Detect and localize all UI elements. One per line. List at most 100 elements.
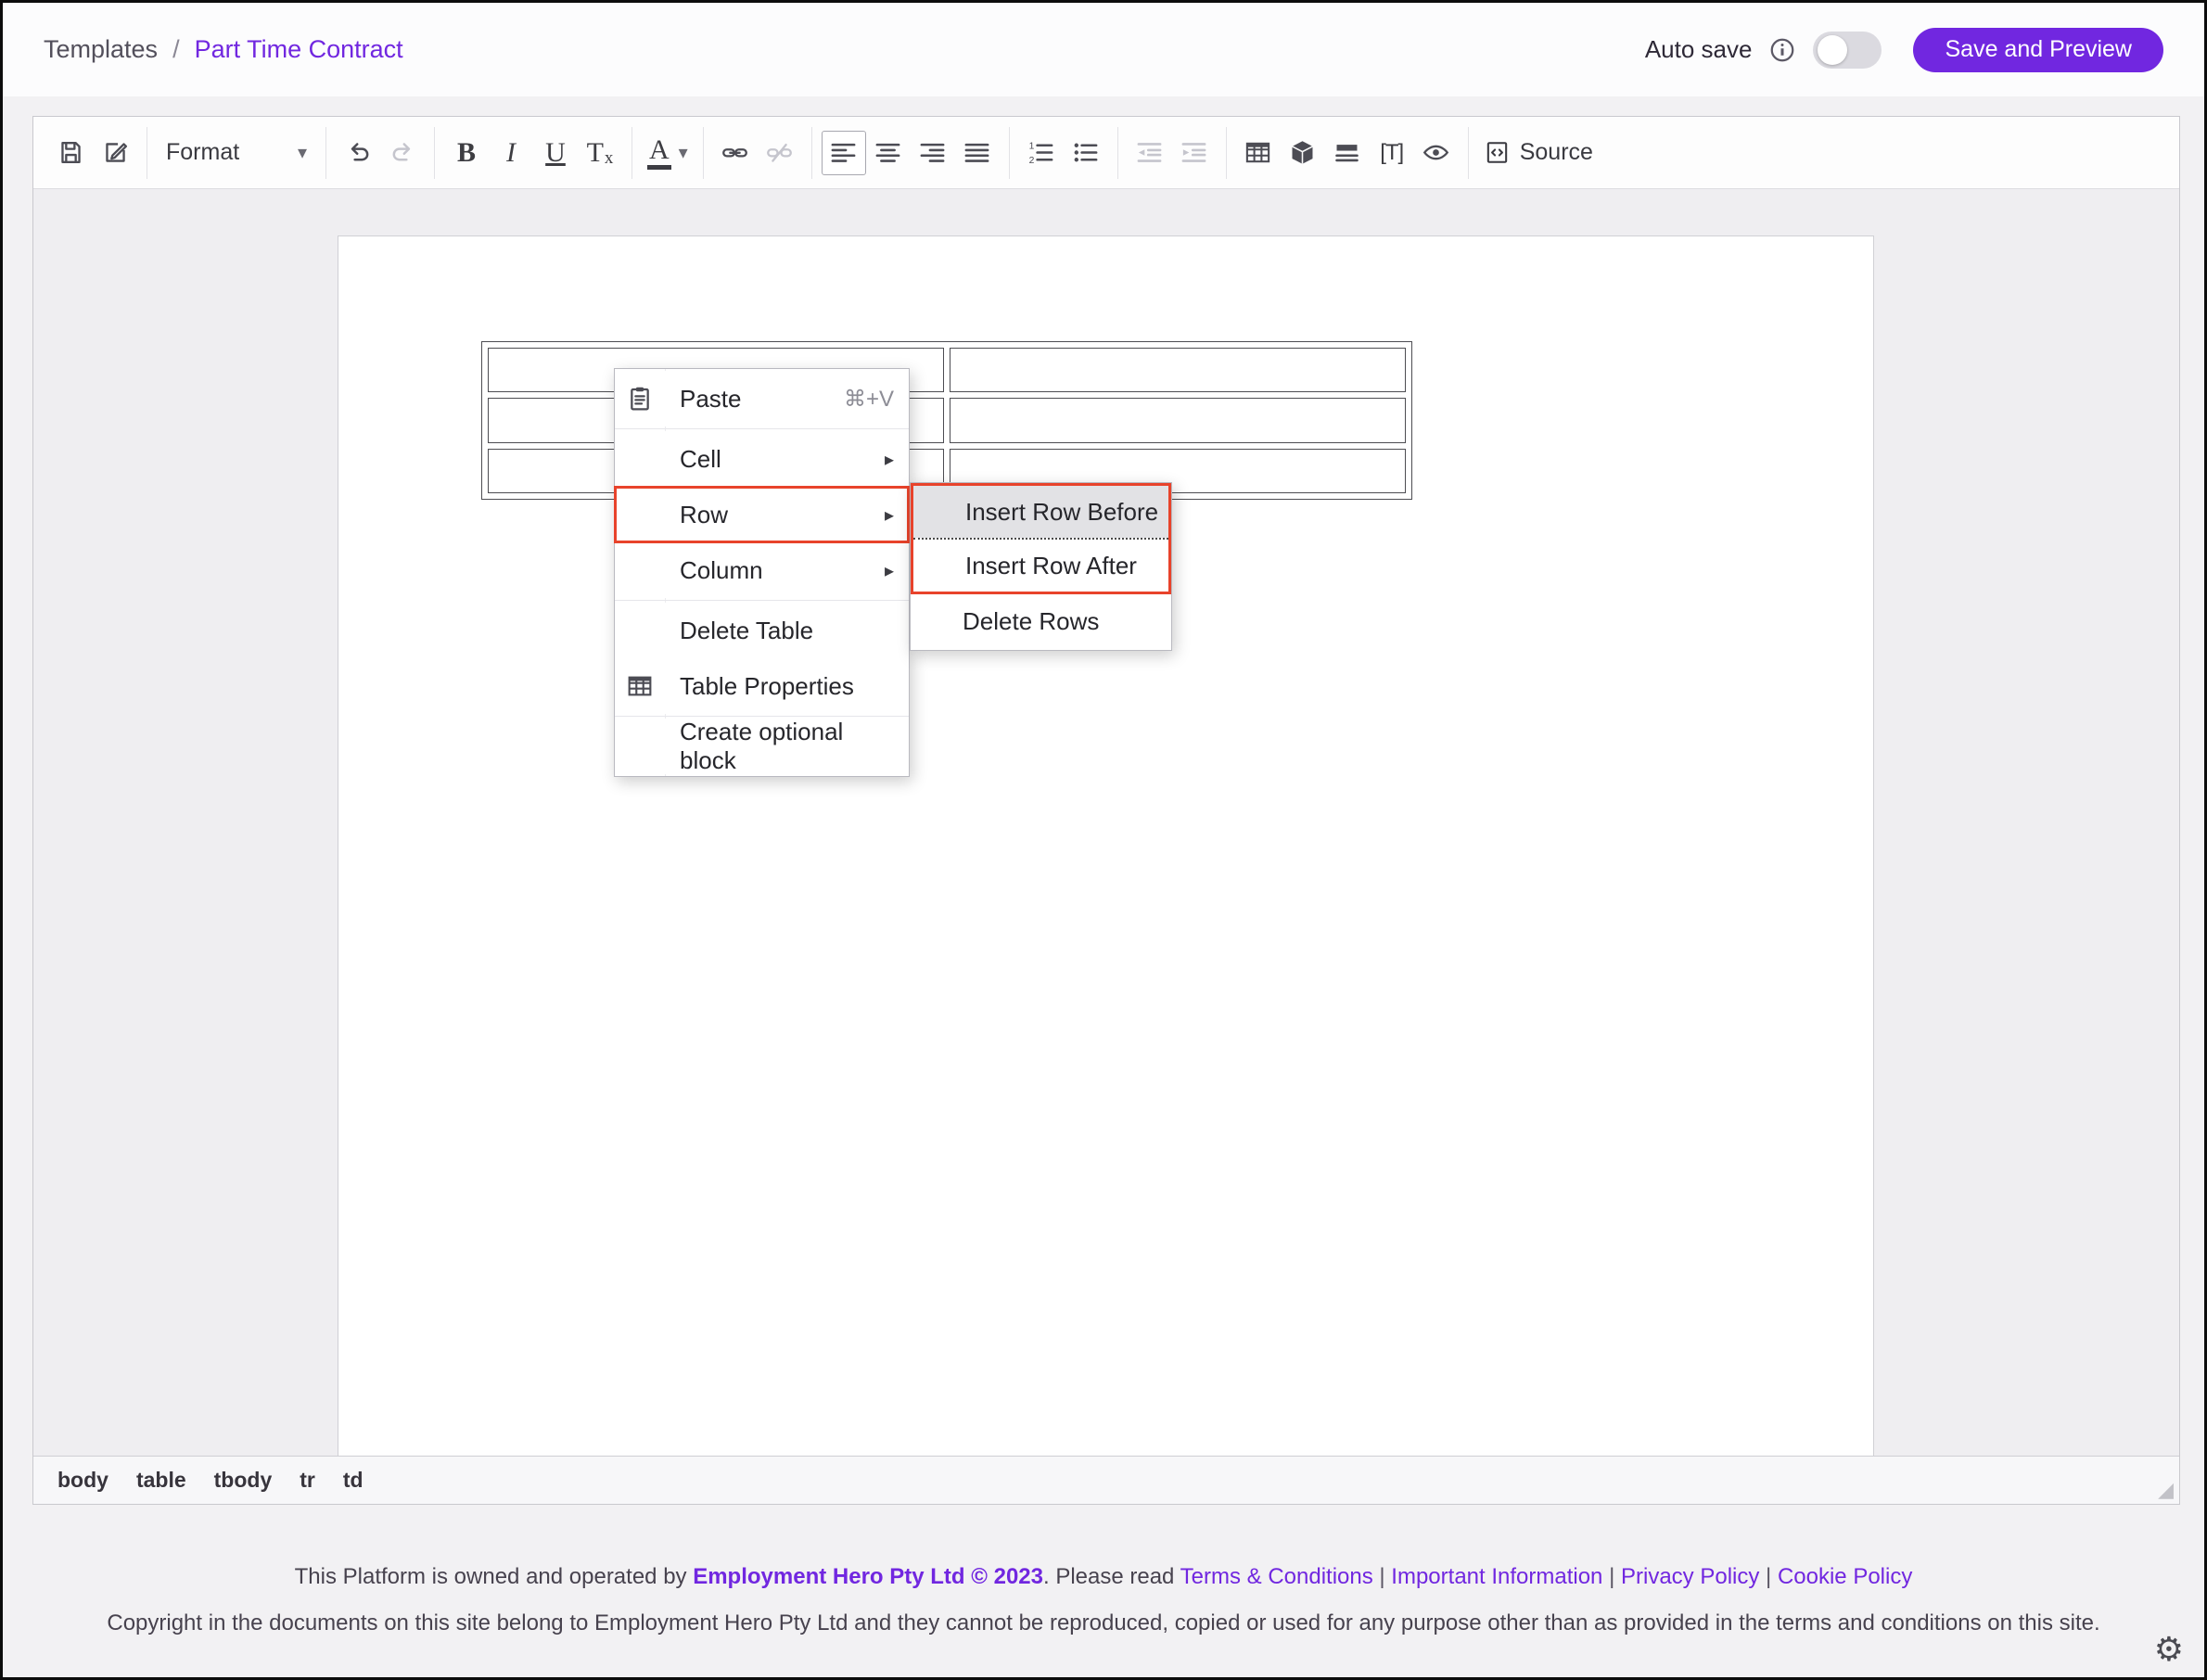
- menu-item-label: Insert Row After: [965, 552, 1137, 580]
- submenu-arrow-icon: ▸: [885, 448, 894, 471]
- undo-icon[interactable]: [336, 131, 380, 175]
- submenu-item-insert-row-after[interactable]: Insert Row After: [913, 540, 1168, 592]
- submenu-item-delete-rows[interactable]: Delete Rows: [911, 594, 1171, 648]
- text-block-icon[interactable]: [T]: [1370, 131, 1414, 175]
- footer: This Platform is owned and operated by E…: [3, 1564, 2204, 1657]
- editor-toolbar: Format ▾ B I U Tx A ▾: [33, 117, 2179, 189]
- numbered-list-icon[interactable]: 12: [1019, 131, 1064, 175]
- toolbar-separator: [811, 127, 812, 179]
- bullet-list-icon[interactable]: [1064, 131, 1108, 175]
- footer-line2: Copyright in the documents on this site …: [49, 1610, 2158, 1636]
- footer-separator: |: [1602, 1564, 1621, 1589]
- format-dropdown[interactable]: Format ▾: [157, 131, 316, 175]
- toolbar-separator: [703, 127, 704, 179]
- paste-icon: [625, 384, 655, 414]
- submenu-arrow-icon: ▸: [885, 503, 894, 527]
- link-icon[interactable]: [713, 131, 758, 175]
- increase-indent-icon[interactable]: [1172, 131, 1217, 175]
- italic-button[interactable]: I: [489, 131, 533, 175]
- footer-link-terms-and-conditions[interactable]: Terms & Conditions: [1180, 1564, 1373, 1589]
- table-cell[interactable]: [950, 398, 1406, 442]
- editor-frame: Format ▾ B I U Tx A ▾: [32, 116, 2180, 1505]
- document-page[interactable]: [338, 235, 1874, 1456]
- toolbar-separator: [434, 127, 435, 179]
- table-cell[interactable]: [950, 348, 1406, 392]
- chevron-down-icon: ▾: [298, 141, 307, 164]
- underline-button[interactable]: U: [533, 131, 578, 175]
- new-page-icon[interactable]: [93, 131, 137, 175]
- breadcrumb-templates-link[interactable]: Templates: [44, 35, 158, 64]
- toolbar-separator: [1117, 127, 1118, 179]
- chevron-down-icon: ▾: [679, 141, 688, 164]
- text-block-glyph: [T]: [1380, 140, 1403, 166]
- info-icon[interactable]: [1768, 36, 1796, 64]
- bold-button[interactable]: B: [444, 131, 489, 175]
- align-center-button[interactable]: [866, 131, 911, 175]
- menu-item-label: Create optional block: [680, 718, 894, 775]
- save-icon[interactable]: [48, 131, 93, 175]
- align-right-button[interactable]: [911, 131, 955, 175]
- footer-link-privacy-policy[interactable]: Privacy Policy: [1621, 1564, 1759, 1589]
- remove-format-button[interactable]: Tx: [578, 131, 622, 175]
- align-left-button[interactable]: [822, 131, 866, 175]
- menu-item-label: Cell: [680, 445, 721, 474]
- source-button[interactable]: Source: [1478, 131, 1599, 175]
- path-element-tr[interactable]: tr: [300, 1468, 315, 1493]
- context-menu-item-create-optional-block[interactable]: Create optional block: [615, 719, 909, 774]
- menu-item-label: Insert Row Before: [965, 498, 1158, 527]
- path-element-td[interactable]: td: [343, 1468, 364, 1493]
- underline-icon: U: [545, 139, 566, 167]
- svg-text:1: 1: [1029, 142, 1035, 152]
- path-element-body[interactable]: body: [57, 1468, 108, 1493]
- menu-item-label: Row: [680, 501, 728, 529]
- toolbar-separator: [1009, 127, 1010, 179]
- row-submenu: Insert Row Before Insert Row After Delet…: [910, 482, 1172, 651]
- footer-separator: |: [1373, 1564, 1392, 1589]
- justify-button[interactable]: [955, 131, 1000, 175]
- menu-item-label: Column: [680, 556, 763, 585]
- shortcut-label: ⌘+V: [844, 386, 894, 413]
- context-menu-item-delete-table[interactable]: Delete Table: [615, 603, 909, 658]
- footer-link-cookie-policy[interactable]: Cookie Policy: [1778, 1564, 1912, 1589]
- footer-text: This Platform is owned and operated by: [295, 1564, 694, 1589]
- path-element-tbody[interactable]: tbody: [214, 1468, 273, 1493]
- document-area: [33, 189, 2179, 1456]
- text-color-button[interactable]: A ▾: [642, 131, 694, 175]
- bold-icon: B: [457, 139, 476, 167]
- horizontal-rule-icon[interactable]: [1325, 131, 1370, 175]
- footer-link-company[interactable]: Employment Hero Pty Ltd © 2023: [693, 1564, 1043, 1589]
- redo-icon[interactable]: [380, 131, 425, 175]
- autosave-label: Auto save: [1645, 35, 1753, 64]
- menu-item-label: Delete Rows: [963, 607, 1099, 636]
- path-element-table[interactable]: table: [136, 1468, 186, 1493]
- toolbar-separator: [631, 127, 632, 179]
- resize-handle-icon[interactable]: ◢: [2158, 1478, 2174, 1502]
- block-cube-icon[interactable]: [1281, 131, 1325, 175]
- menu-item-label: Delete Table: [680, 617, 813, 645]
- element-path-bar: body table tbody tr td ◢: [33, 1456, 2179, 1504]
- context-menu-item-row[interactable]: Row ▸: [615, 487, 909, 542]
- menu-separator: [615, 716, 909, 717]
- footer-line1: This Platform is owned and operated by E…: [49, 1564, 2158, 1590]
- context-menu-item-cell[interactable]: Cell ▸: [615, 431, 909, 487]
- remove-format-sub-icon: x: [605, 148, 614, 169]
- unlink-icon[interactable]: [758, 131, 802, 175]
- insert-table-icon[interactable]: [1236, 131, 1281, 175]
- breadcrumb: Templates / Part Time Contract: [44, 35, 403, 64]
- submenu-item-insert-row-before[interactable]: Insert Row Before: [913, 486, 1168, 538]
- preview-eye-icon[interactable]: [1414, 131, 1459, 175]
- highlight-box: Insert Row Before Insert Row After: [911, 483, 1171, 594]
- footer-text: . Please read: [1043, 1564, 1180, 1589]
- settings-gear-icon[interactable]: ⚙: [2154, 1633, 2184, 1666]
- format-dropdown-label: Format: [166, 139, 239, 166]
- save-and-preview-button[interactable]: Save and Preview: [1913, 28, 2163, 72]
- decrease-indent-icon[interactable]: [1128, 131, 1172, 175]
- submenu-arrow-icon: ▸: [885, 559, 894, 582]
- context-menu-item-column[interactable]: Column ▸: [615, 542, 909, 598]
- context-menu-item-table-properties[interactable]: Table Properties: [615, 658, 909, 714]
- context-menu-item-paste[interactable]: Paste ⌘+V: [615, 371, 909, 426]
- source-label: Source: [1520, 139, 1593, 166]
- footer-link-important-information[interactable]: Important Information: [1391, 1564, 1602, 1589]
- autosave-toggle[interactable]: [1813, 32, 1882, 69]
- context-menu: Paste ⌘+V Cell ▸ Row ▸ Column ▸ Delete T…: [614, 368, 910, 777]
